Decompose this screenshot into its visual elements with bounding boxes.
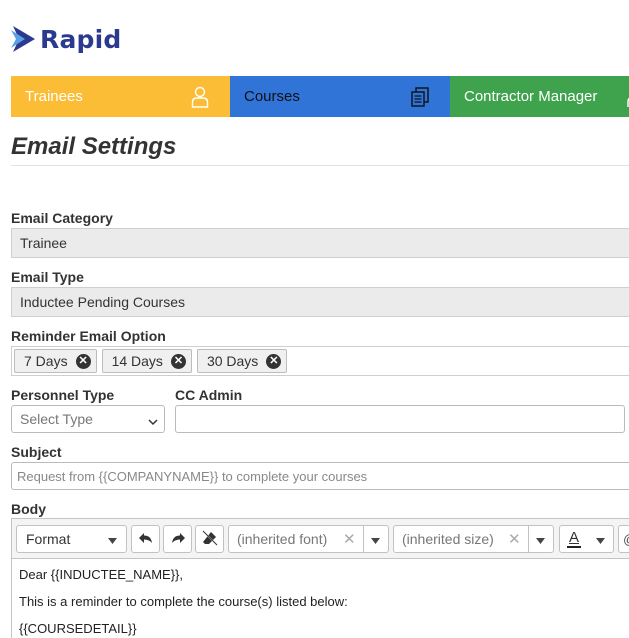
caret-down-icon xyxy=(108,531,117,547)
main-nav: Trainees Courses Contractor Manager xyxy=(11,76,629,117)
font-family-combo[interactable]: (inherited font) ✕ xyxy=(228,525,389,553)
chevron-down-icon xyxy=(148,413,158,429)
rapid-logo-icon xyxy=(11,26,35,52)
reminder-tag: 30 Days ✕ xyxy=(196,349,288,373)
personnel-type-select[interactable]: Select Type xyxy=(11,405,165,433)
personnel-type-label: Personnel Type xyxy=(11,387,115,403)
email-category-label: Email Category xyxy=(11,210,113,226)
reminder-tag: 14 Days ✕ xyxy=(101,349,192,373)
format-label: Format xyxy=(26,531,71,547)
eraser-icon xyxy=(202,530,218,549)
caret-down-icon xyxy=(371,531,380,547)
reminder-option-label: Reminder Email Option xyxy=(11,328,166,344)
redo-icon xyxy=(170,531,186,548)
subject-label: Subject xyxy=(11,444,62,460)
combo-divider xyxy=(528,526,529,552)
tab-label: Contractor Manager xyxy=(464,88,598,105)
text-color-icon: A xyxy=(567,528,581,548)
font-size-combo[interactable]: (inherited size) ✕ xyxy=(393,525,554,553)
personnel-type-value: Select Type xyxy=(20,411,93,427)
tab-courses[interactable]: Courses xyxy=(230,76,450,117)
remove-tag-icon[interactable]: ✕ xyxy=(266,353,282,369)
editor-content[interactable]: Dear {{INDUCTEE_NAME}}, This is a remind… xyxy=(12,559,629,638)
user-icon xyxy=(617,86,629,108)
redo-button[interactable] xyxy=(163,525,192,553)
cc-admin-label: CC Admin xyxy=(175,387,243,403)
link-icon: @ xyxy=(623,531,629,547)
editor-toolbar: Format (inherited font) ✕ (inherited siz… xyxy=(12,519,629,559)
body-editor: Format (inherited font) ✕ (inherited siz… xyxy=(11,518,629,638)
tag-label: 30 Days xyxy=(206,353,259,369)
clear-icon[interactable]: ✕ xyxy=(343,530,356,548)
tab-contractor-manager[interactable]: Contractor Manager xyxy=(450,76,629,117)
tab-trainees[interactable]: Trainees xyxy=(11,76,230,117)
page-title: Email Settings xyxy=(11,133,177,160)
reminder-option-multiselect[interactable]: 7 Days ✕ 14 Days ✕ 30 Days ✕ xyxy=(11,346,629,376)
clear-icon[interactable]: ✕ xyxy=(508,530,521,548)
clear-formatting-button[interactable] xyxy=(195,525,224,553)
undo-icon xyxy=(138,531,154,548)
caret-down-icon xyxy=(596,531,605,547)
undo-button[interactable] xyxy=(131,525,160,553)
tab-label: Trainees xyxy=(25,88,83,105)
font-family-value: (inherited font) xyxy=(237,531,328,547)
rapid-logo[interactable]: Rapid xyxy=(11,22,121,56)
font-size-value: (inherited size) xyxy=(402,531,494,547)
user-icon xyxy=(190,86,210,108)
more-tools-button[interactable]: @ xyxy=(618,525,629,553)
reminder-tag: 7 Days ✕ xyxy=(14,349,97,373)
email-type-label: Email Type xyxy=(11,269,84,285)
tab-label: Courses xyxy=(244,88,300,105)
caret-down-icon xyxy=(536,531,545,547)
combo-divider xyxy=(363,526,364,552)
brand-name: Rapid xyxy=(40,24,122,54)
documents-icon xyxy=(410,86,430,108)
cc-admin-input[interactable] xyxy=(175,405,625,433)
body-label: Body xyxy=(11,501,46,517)
subject-input[interactable]: Request from {{COMPANYNAME}} to complete… xyxy=(11,462,629,490)
body-line: {{COURSEDETAIL}} xyxy=(19,621,137,636)
email-category-field: Trainee xyxy=(11,228,629,258)
tag-label: 14 Days xyxy=(111,353,163,369)
body-line: This is a reminder to complete the cours… xyxy=(19,594,348,609)
remove-tag-icon[interactable]: ✕ xyxy=(170,353,186,369)
format-dropdown[interactable]: Format xyxy=(16,525,127,553)
remove-tag-icon[interactable]: ✕ xyxy=(75,353,91,369)
tag-label: 7 Days xyxy=(24,353,68,369)
body-line: Dear {{INDUCTEE_NAME}}, xyxy=(19,567,184,582)
email-type-field: Inductee Pending Courses xyxy=(11,287,629,317)
title-divider xyxy=(11,165,629,166)
text-color-button[interactable]: A xyxy=(559,525,614,553)
